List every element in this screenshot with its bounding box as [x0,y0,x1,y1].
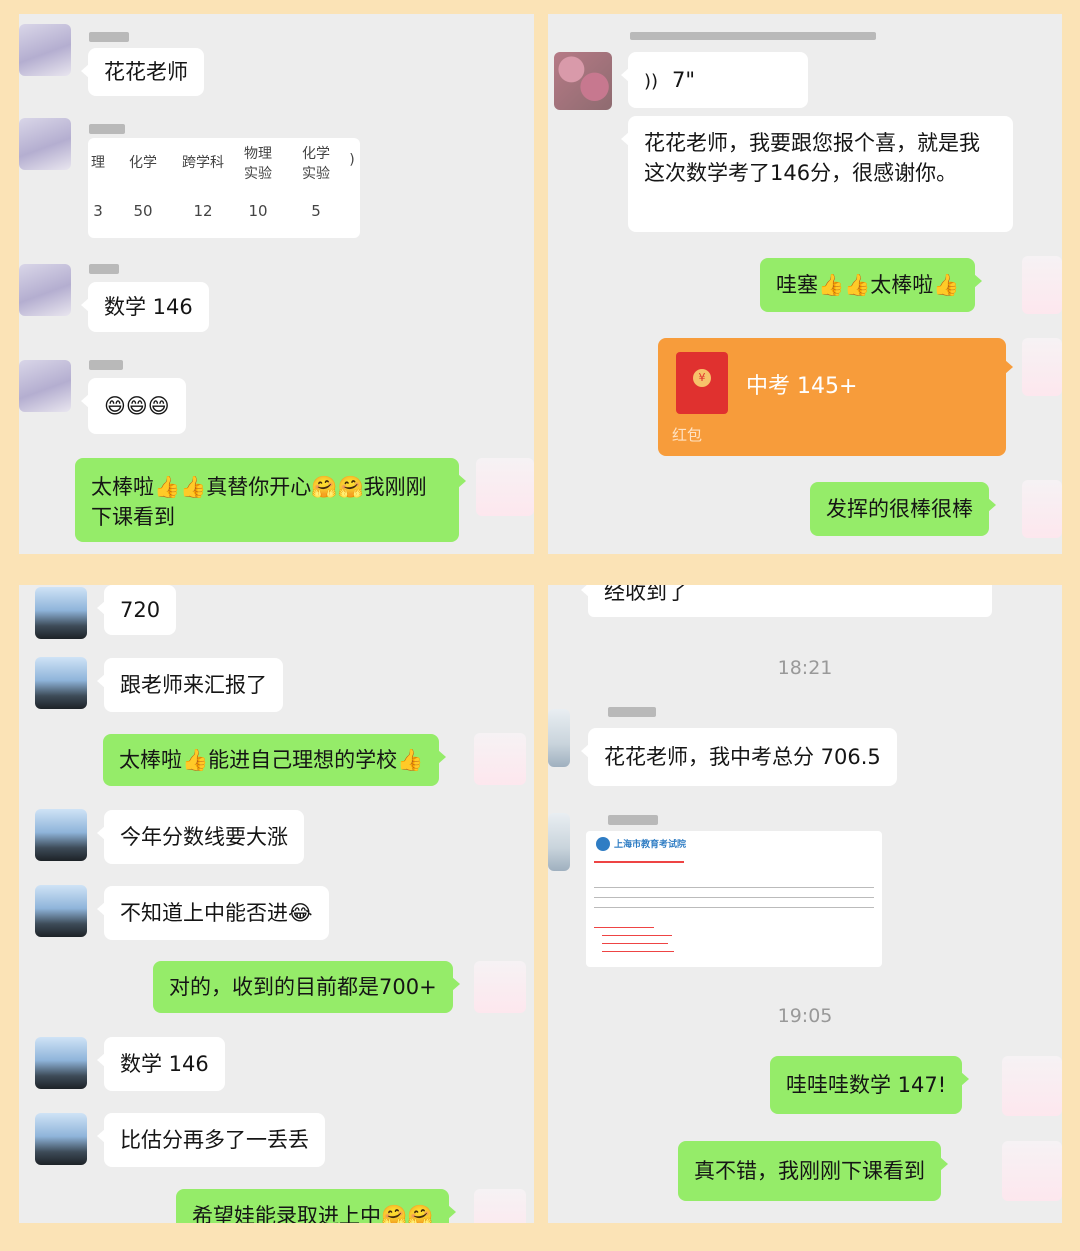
nickname-blurred [89,264,119,274]
self-avatar[interactable] [1022,338,1062,396]
table-header: 跨学科 [182,155,224,171]
nickname-blurred [630,32,876,40]
message-bubble[interactable]: 花花老师，我要跟您报个喜，就是我这次数学考了146分，很感谢你。 [621,116,1013,232]
contact-avatar[interactable] [19,118,71,170]
message-bubble-self[interactable]: 哇哇哇数学 147! [770,1056,970,1114]
contact-avatar[interactable] [19,360,71,412]
document-header: 上海市教育考试院 [614,840,687,850]
nickname-blurred [89,360,123,370]
message-bubble[interactable]: 比估分再多了一丢丢 [97,1113,325,1167]
voice-duration: 7" [672,68,696,92]
message-bubble-self[interactable]: 发挥的很棒很棒 [810,482,996,536]
contact-avatar[interactable] [548,813,570,871]
nickname-blurred [608,707,656,717]
table-header: 化学 实验 [302,146,330,182]
table-header: 化学 [129,155,157,171]
voice-icon: )) [644,71,659,92]
message-bubble[interactable]: 😄😄😄 [81,378,186,434]
nickname-blurred [608,815,658,825]
contact-avatar[interactable] [554,52,612,110]
chat-panel-2: )) 7" 花花老师，我要跟您报个喜，就是我这次数学考了146分，很感谢你。 哇塞… [548,14,1062,554]
message-bubble-self[interactable]: 对的，收到的目前都是700+ [153,961,460,1013]
message-bubble[interactable]: 数学 146 [97,1037,225,1091]
contact-avatar[interactable] [35,885,87,937]
contact-avatar[interactable] [35,1037,87,1089]
table-cell: 12 [193,202,213,220]
message-bubble[interactable]: 不知道上中能否进😂 [97,886,329,940]
contact-avatar[interactable] [35,657,87,709]
nickname-blurred [89,32,129,42]
score-report-image[interactable]: 上海市教育考试院 [586,831,882,967]
self-avatar[interactable] [476,458,534,516]
red-packet-label: 红包 [672,426,703,444]
table-cell: 50 [133,202,153,220]
contact-avatar[interactable] [35,1113,87,1165]
exam-authority-logo [596,837,610,851]
table-header: ) [349,152,355,168]
message-bubble[interactable]: 跟老师来汇报了 [97,658,283,712]
red-envelope-icon: ¥ [676,352,728,414]
message-bubble-self[interactable]: 太棒啦👍👍真替你开心🤗🤗我刚刚下课看到 [75,458,466,542]
message-bubble[interactable]: 花花老师，我中考总分 706.5 [581,728,897,786]
timestamp: 18:21 [777,657,833,679]
message-bubble-self[interactable]: 真不错，我刚刚下课看到 [678,1141,948,1201]
self-avatar[interactable] [474,961,526,1013]
message-bubble[interactable]: 花花老师 [81,48,204,96]
self-avatar[interactable] [1022,256,1062,314]
self-avatar[interactable] [474,733,526,785]
chat-panel-4: 经收到了 18:21 花花老师，我中考总分 706.5 上海市教育考试院 19:… [548,585,1062,1223]
contact-avatar[interactable] [19,264,71,316]
timestamp: 19:05 [777,1005,833,1027]
voice-message[interactable]: )) 7" [621,52,808,108]
message-bubble[interactable]: 720 [96,585,177,635]
table-cell: 10 [248,202,268,220]
red-packet-title: 中考 145+ [746,374,858,399]
message-bubble[interactable]: 数学 146 [81,282,209,332]
contact-avatar[interactable] [35,587,87,639]
table-header: 物理 实验 [244,146,272,182]
chat-panel-3: 720 跟老师来汇报了 太棒啦👍能进自己理想的学校👍 今年分数线要大涨 不知道上… [19,585,534,1223]
self-avatar[interactable] [1002,1056,1062,1116]
self-avatar[interactable] [474,1189,526,1223]
contact-avatar[interactable] [19,24,71,76]
message-bubble-self[interactable]: 希望娃能录取进上中🤗🤗 [176,1189,457,1223]
self-avatar[interactable] [1022,480,1062,538]
chat-panel-1: 花花老师 理 化学 跨学科 物理 实验 化学 实验 ) 3 50 12 10 5… [19,14,534,554]
message-bubble[interactable]: 经收到了 [581,585,992,617]
red-packet[interactable]: ¥ 中考 145+ 红包 [658,338,1013,456]
contact-avatar[interactable] [548,709,570,767]
message-bubble[interactable]: 今年分数线要大涨 [97,810,304,864]
message-bubble-self[interactable]: 哇塞👍👍太棒啦👍 [760,258,983,312]
message-bubble-self[interactable]: 太棒啦👍能进自己理想的学校👍 [103,734,447,786]
table-cell: 3 [93,202,103,220]
self-avatar[interactable] [1002,1141,1062,1201]
contact-avatar[interactable] [35,809,87,861]
score-table-image[interactable]: 理 化学 跨学科 物理 实验 化学 实验 ) 3 50 12 10 5 [88,138,360,238]
table-header: 理 [91,155,105,171]
table-cell: 5 [311,202,321,220]
nickname-blurred [89,124,125,134]
